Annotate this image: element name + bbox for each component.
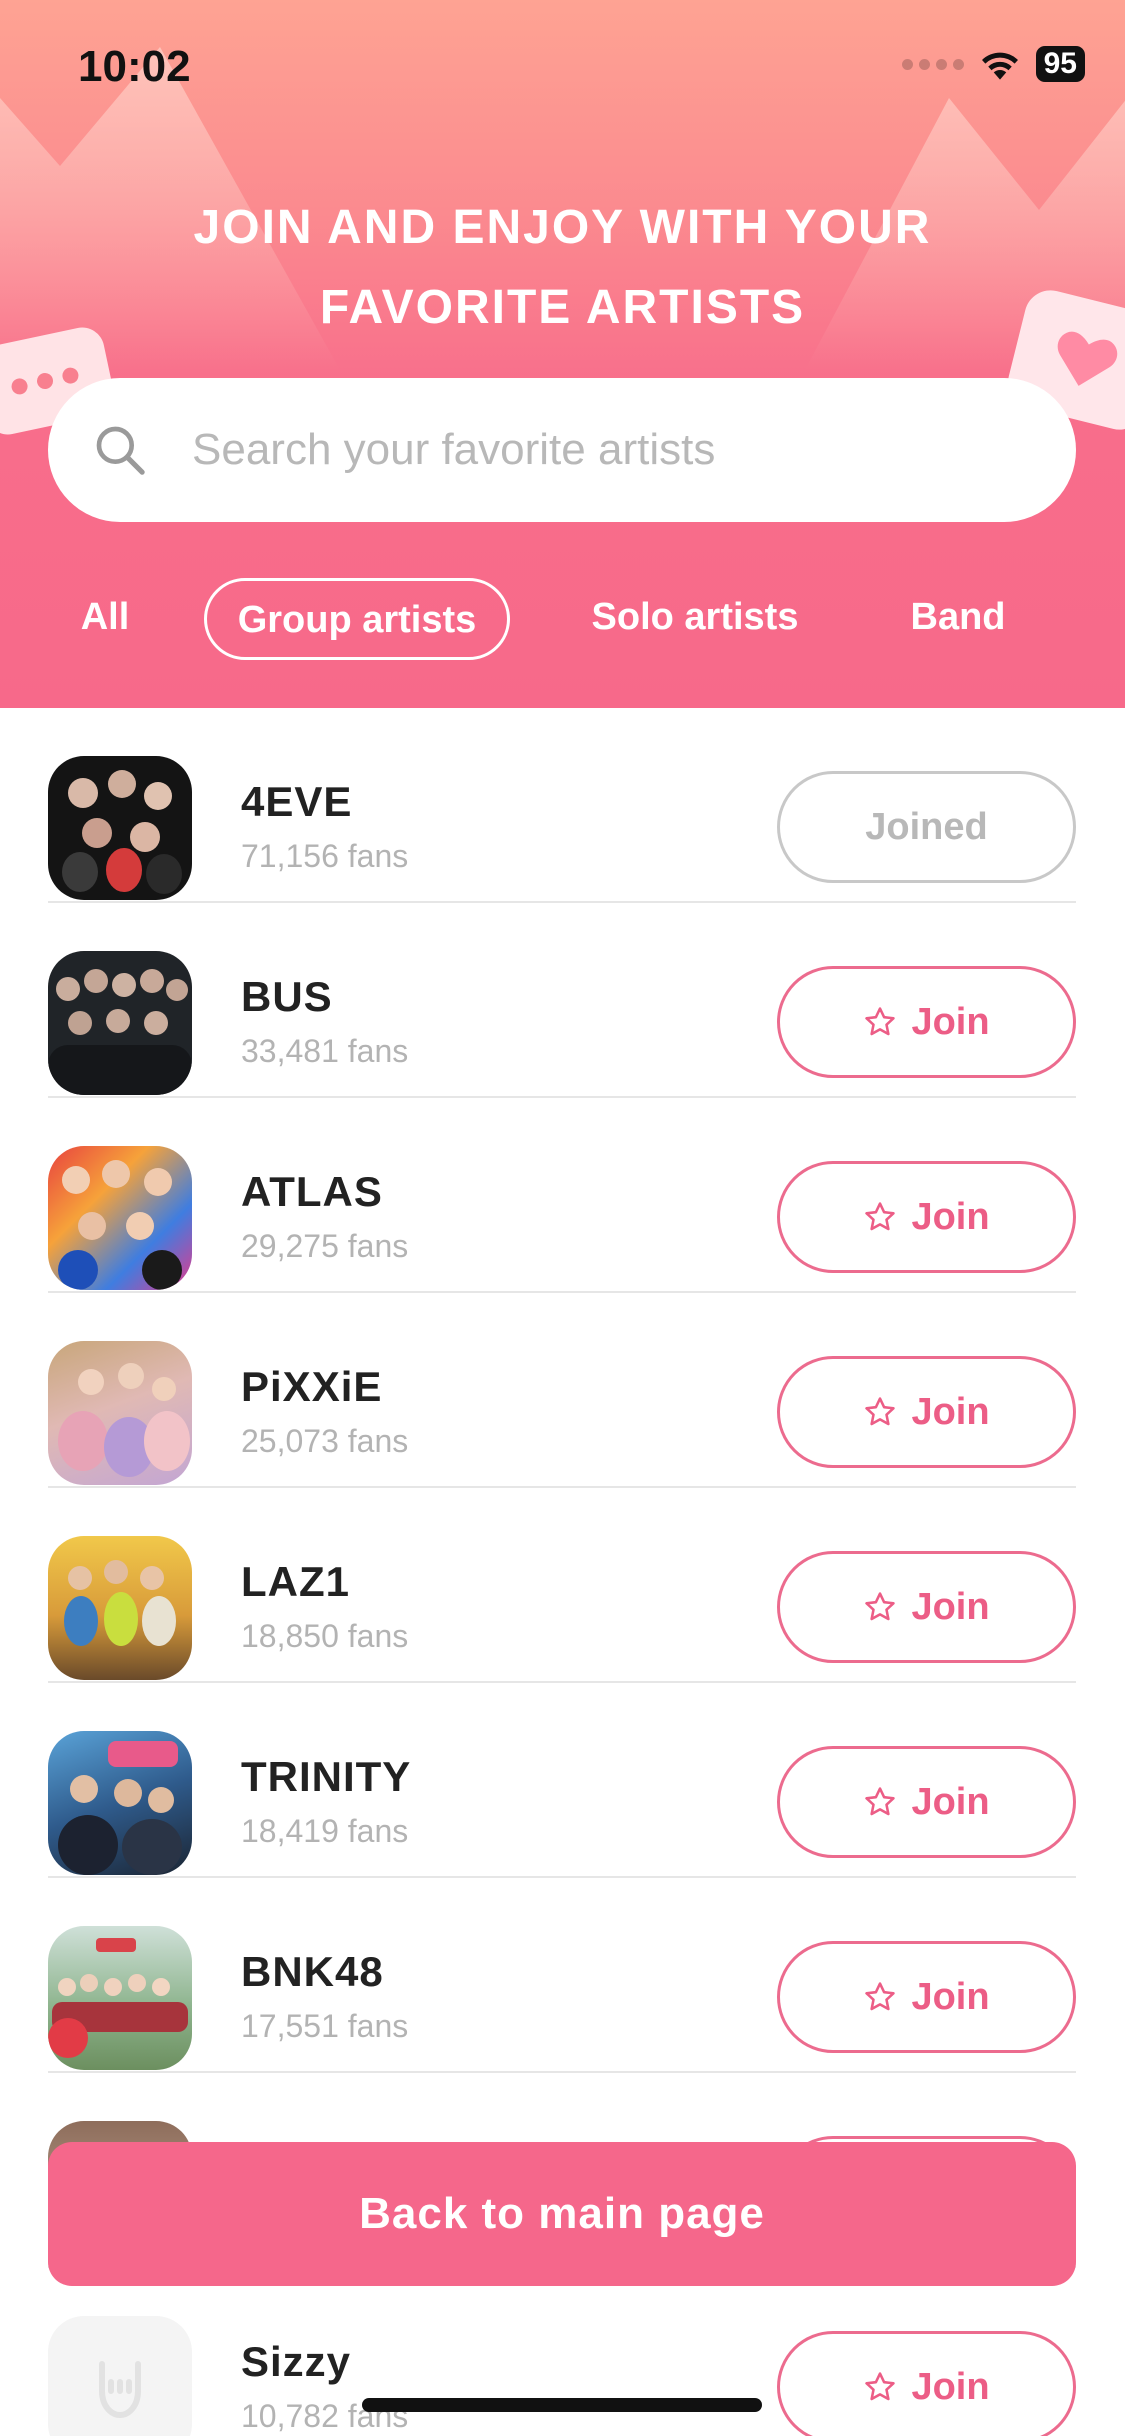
artist-fan-count: 18,850 fans bbox=[241, 1618, 409, 1654]
artist-row[interactable]: LAZ1 18,850 fans Join bbox=[48, 1488, 1076, 1683]
artist-name: 4EVE bbox=[241, 778, 353, 825]
join-button[interactable]: Join bbox=[777, 1941, 1076, 2053]
artist-fan-count: 25,073 fans bbox=[241, 1423, 409, 1459]
artist-name: ATLAS bbox=[241, 1168, 383, 1215]
artist-name: PiXXiE bbox=[241, 1363, 383, 1410]
joined-button[interactable]: Joined bbox=[777, 771, 1076, 883]
signal-icon bbox=[901, 58, 964, 70]
button-label: Join bbox=[911, 1780, 990, 1823]
headline-line-2: FAVORITE ARTISTS bbox=[319, 281, 806, 334]
search-icon bbox=[96, 426, 145, 475]
button-label: Join bbox=[911, 1975, 990, 2018]
home-indicator bbox=[362, 2398, 762, 2412]
artist-name: BNK48 bbox=[241, 1948, 384, 1995]
artist-avatar bbox=[48, 1341, 192, 1485]
artist-row[interactable]: 4EVE 71,156 fans Joined bbox=[48, 708, 1076, 903]
artist-name: TRINITY bbox=[241, 1753, 412, 1800]
status-time: 10:02 bbox=[78, 42, 191, 91]
artist-row[interactable]: TRINITY 18,419 fans Join bbox=[48, 1683, 1076, 1878]
join-button[interactable]: Join bbox=[777, 1356, 1076, 1468]
artist-avatar bbox=[48, 951, 192, 1095]
star-outline-icon bbox=[865, 1982, 896, 2011]
star-outline-icon bbox=[865, 1007, 896, 1036]
button-label: Join bbox=[911, 1195, 990, 1238]
join-button[interactable]: Join bbox=[777, 966, 1076, 1078]
wifi-icon bbox=[981, 52, 1018, 80]
star-outline-icon bbox=[865, 1202, 896, 1231]
artist-row[interactable]: BNK48 17,551 fans Join bbox=[48, 1878, 1076, 2073]
artist-avatar bbox=[48, 1731, 192, 1875]
star-outline-icon bbox=[865, 1397, 896, 1426]
tab-all[interactable]: All bbox=[50, 578, 160, 660]
join-button[interactable]: Join bbox=[777, 1746, 1076, 1858]
join-button[interactable]: Join bbox=[777, 2331, 1076, 2436]
join-button[interactable]: Join bbox=[777, 1161, 1076, 1273]
rock-hand-icon bbox=[99, 2361, 141, 2419]
artist-avatar bbox=[48, 1536, 192, 1680]
search-input[interactable] bbox=[192, 408, 1032, 492]
star-outline-icon bbox=[865, 1787, 896, 1816]
header-banner: 10:02 95 JOIN AND ENJOY WITH YOUR FAVORI… bbox=[0, 0, 1125, 708]
artist-avatar bbox=[48, 1146, 192, 1290]
button-label: Join bbox=[911, 2365, 990, 2408]
tab-group-artists[interactable]: Group artists bbox=[204, 578, 510, 660]
button-label: Join bbox=[911, 1390, 990, 1433]
artist-avatar bbox=[48, 2316, 192, 2436]
star-outline-icon bbox=[865, 2372, 896, 2401]
join-button[interactable]: Join bbox=[777, 1551, 1076, 1663]
button-label: Joined bbox=[865, 805, 988, 848]
star-outline-icon bbox=[865, 1592, 896, 1621]
artist-row[interactable]: BUS 33,481 fans Join bbox=[48, 903, 1076, 1098]
artist-name: LAZ1 bbox=[241, 1558, 350, 1605]
artist-fan-count: 33,481 fans bbox=[241, 1033, 409, 1069]
artist-row[interactable]: PiXXiE 25,073 fans Join bbox=[48, 1293, 1076, 1488]
button-label: Join bbox=[911, 1585, 990, 1628]
artist-avatar bbox=[48, 756, 192, 900]
page-headline: JOIN AND ENJOY WITH YOUR FAVORITE ARTIST… bbox=[0, 188, 1125, 348]
artist-row[interactable]: ATLAS 29,275 fans Join bbox=[48, 1098, 1076, 1293]
artist-fan-count: 17,551 fans bbox=[241, 2008, 409, 2044]
artist-name: BUS bbox=[241, 973, 333, 1020]
artist-fan-count: 29,275 fans bbox=[241, 1228, 409, 1264]
artist-fan-count: 18,419 fans bbox=[241, 1813, 409, 1849]
artist-name: Sizzy bbox=[241, 2338, 352, 2385]
artist-avatar bbox=[48, 1926, 192, 2070]
status-indicators: 95 bbox=[901, 46, 1085, 82]
tab-solo-artists[interactable]: Solo artists bbox=[560, 578, 830, 660]
search-bar[interactable] bbox=[48, 378, 1076, 522]
tab-band[interactable]: Band bbox=[880, 578, 1036, 660]
back-to-main-button[interactable]: Back to main page bbox=[48, 2142, 1076, 2286]
headline-line-1: JOIN AND ENJOY WITH YOUR bbox=[193, 201, 932, 254]
artist-fan-count: 71,156 fans bbox=[241, 838, 409, 874]
battery-indicator: 95 bbox=[1035, 46, 1085, 82]
button-label: Join bbox=[911, 1000, 990, 1043]
